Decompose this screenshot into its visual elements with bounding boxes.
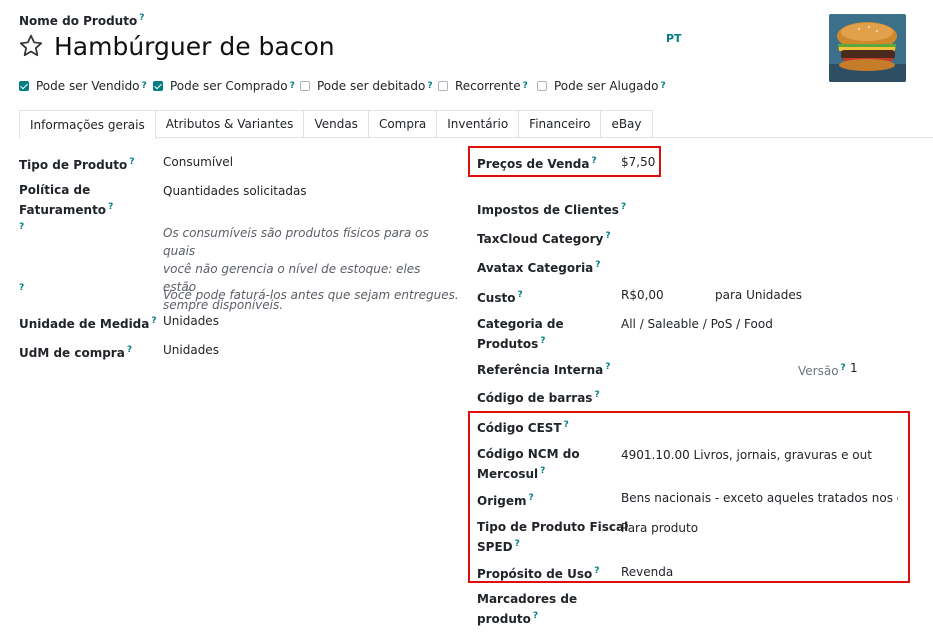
help-icon[interactable]: ? (142, 81, 147, 91)
help-icon[interactable]: ? (290, 81, 295, 91)
version-value[interactable]: 1 (850, 360, 858, 377)
purchase-uom-value[interactable]: Unidades (163, 342, 219, 359)
tab-attributes-variants[interactable]: Atributos & Variantes (154, 110, 305, 137)
help-icon[interactable]: ? (540, 466, 545, 476)
origin-value[interactable]: Bens nacionais - exceto aqueles tratados… (621, 490, 898, 507)
uom-value[interactable]: Unidades (163, 313, 219, 330)
avatax-category-input[interactable] (621, 255, 901, 275)
ncm-code-label: Código NCM do Mercosul? (477, 447, 580, 481)
cost-label: Custo? (477, 290, 523, 305)
checkbox-unchecked-icon[interactable] (300, 81, 310, 91)
help-icon[interactable]: ? (515, 539, 520, 549)
purpose-of-use-label: Propósito de Uso? (477, 566, 600, 581)
cost-value[interactable]: R$0,00 (621, 287, 664, 304)
invoicing-policy-label: Política de Faturamento? (19, 183, 114, 217)
tab-accounting[interactable]: Financeiro (518, 110, 602, 137)
help-icon[interactable]: ? (139, 13, 144, 23)
tab-inventory[interactable]: Inventário (436, 110, 520, 137)
product-type-label: Tipo de Produto? (19, 157, 135, 172)
checkbox-can-be-rented[interactable]: Pode ser Alugado? (537, 79, 666, 93)
taxcloud-category-input[interactable] (621, 226, 901, 246)
help-icon[interactable]: ? (605, 231, 610, 241)
invoicing-help: Você pode faturá-los antes que sejam ent… (163, 288, 459, 302)
product-tags-input[interactable] (621, 591, 901, 611)
tab-bar: Informações gerais Atributos & Variantes… (19, 110, 653, 139)
sped-type-label: Tipo de Produto Fiscal SPED? (477, 520, 629, 554)
customer-taxes-input[interactable] (621, 197, 901, 217)
product-tags-label: Marcadores de produto? (477, 592, 578, 626)
help-icon[interactable]: ? (427, 81, 432, 91)
ncm-code-value[interactable]: 4901.10.00 Livros, jornais, gravuras e o… (621, 447, 872, 464)
star-icon[interactable] (18, 33, 44, 59)
version-label: Versão? (798, 363, 846, 378)
avatax-category-label: Avatax Categoria? (477, 260, 601, 275)
tab-general-info[interactable]: Informações gerais (19, 110, 156, 139)
sales-price-label: Preços de Venda? (477, 156, 597, 171)
help-icon[interactable]: ? (660, 81, 665, 91)
purpose-of-use-value[interactable]: Revenda (621, 564, 673, 581)
product-title[interactable]: Hambúrguer de bacon (54, 32, 335, 61)
product-image[interactable] (829, 14, 906, 82)
help-icon[interactable]: ? (564, 420, 569, 430)
product-category-label: Categoria de Produtos? (477, 317, 564, 351)
help-icon[interactable]: ? (594, 390, 599, 400)
help-icon[interactable]: ? (595, 260, 600, 270)
taxcloud-category-label: TaxCloud Category? (477, 231, 611, 246)
purchase-uom-label: UdM de compra? (19, 345, 133, 360)
cest-code-label: Código CEST? (477, 420, 569, 435)
product-type-value[interactable]: Consumível (163, 154, 233, 171)
help-icon[interactable]: ? (108, 202, 113, 212)
internal-reference-label: Referência Interna? (477, 362, 611, 377)
help-icon[interactable]: ? (591, 156, 596, 166)
barcode-label: Código de barras? (477, 390, 600, 405)
barcode-input[interactable] (621, 385, 901, 405)
checkbox-can-be-debited[interactable]: Pode ser debitado? (300, 79, 433, 93)
checkbox-unchecked-icon[interactable] (438, 81, 448, 91)
checkbox-unchecked-icon[interactable] (537, 81, 547, 91)
help-icon[interactable]: ? (533, 611, 538, 621)
help-icon[interactable]: ? (151, 316, 156, 326)
checkbox-can-be-sold[interactable]: Pode ser Vendido? (19, 79, 147, 93)
invoicing-policy-value[interactable]: Quantidades solicitadas (163, 183, 307, 200)
cost-unit: para Unidades (715, 288, 803, 302)
help-icon[interactable]: ? (129, 157, 134, 167)
product-name-label: Nome do Produto? (19, 13, 145, 28)
tab-ebay[interactable]: eBay (600, 110, 653, 137)
origin-label: Origem? (477, 493, 534, 508)
help-icon[interactable]: ? (540, 336, 545, 346)
checkbox-checked-icon[interactable] (19, 81, 29, 91)
help-icon[interactable]: ? (594, 566, 599, 576)
help-icon[interactable]: ? (517, 290, 522, 300)
help-icon[interactable]: ? (605, 362, 610, 372)
language-toggle[interactable]: PT (666, 32, 682, 45)
checkbox-recurring[interactable]: Recorrente? (438, 79, 528, 93)
sales-price-value[interactable]: $7,50 (621, 154, 655, 171)
help-icon[interactable]: ? (19, 222, 24, 237)
checkbox-checked-icon[interactable] (153, 81, 163, 91)
help-icon[interactable]: ? (127, 345, 132, 355)
customer-taxes-label: Impostos de Clientes? (477, 202, 627, 217)
burger-image-icon (829, 14, 906, 82)
internal-reference-input[interactable] (621, 357, 791, 377)
cest-code-input[interactable] (621, 415, 901, 435)
tab-sales[interactable]: Vendas (303, 110, 369, 137)
help-icon[interactable]: ? (523, 81, 528, 91)
tab-purchase[interactable]: Compra (367, 110, 438, 137)
product-category-value[interactable]: All / Saleable / PoS / Food (621, 316, 773, 333)
help-icon[interactable]: ? (841, 363, 846, 373)
help-icon[interactable]: ? (528, 493, 533, 503)
checkbox-can-be-purchased[interactable]: Pode ser Comprado? (153, 79, 295, 93)
sped-type-value[interactable]: Para produto (621, 520, 698, 537)
help-icon[interactable]: ? (19, 283, 24, 298)
uom-label: Unidade de Medida? (19, 316, 157, 331)
